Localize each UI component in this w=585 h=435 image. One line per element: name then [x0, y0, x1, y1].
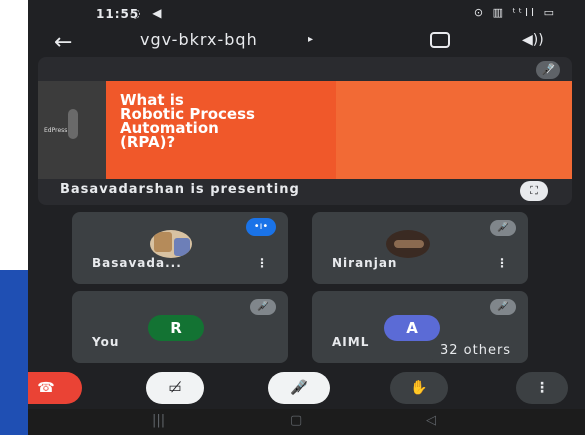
hand-icon: ✋	[410, 380, 428, 396]
presenter-label: Basavadarshan is presenting	[60, 182, 300, 197]
presenter-mic-off-icon: 🎤̸	[536, 61, 560, 79]
participant-name: AIML	[332, 335, 370, 349]
avatar: A	[384, 315, 440, 341]
recents-icon[interactable]: |||	[152, 413, 165, 428]
back-arrow-icon[interactable]: ←	[54, 30, 72, 55]
meeting-code[interactable]: vgv-bkrx-bqh	[140, 30, 258, 49]
back-nav-icon[interactable]: ◁	[426, 413, 436, 428]
participant-name: You	[92, 335, 120, 349]
avatar: R	[148, 315, 204, 341]
participant-tile-niranjan[interactable]: 🎤̸ Niranjan ⋮	[312, 212, 528, 284]
camera-toggle-button[interactable]: ▭̸	[146, 372, 204, 404]
avatar	[386, 230, 430, 258]
slide-title-area: What is Robotic Process Automation (RPA)…	[106, 81, 336, 179]
mic-off-icon: 🎤̸	[490, 220, 516, 236]
microphone-toggle-button[interactable]: 🎤̸	[268, 372, 330, 404]
meeting-info-caret-icon[interactable]: ▸	[308, 34, 313, 45]
participant-name: Niranjan	[332, 256, 398, 270]
fullscreen-icon[interactable]: ⛶	[520, 181, 548, 201]
status-icons: ◌ ◀	[130, 6, 166, 20]
participant-more-icon[interactable]: ⋮	[496, 256, 508, 270]
slide-side-label: EdPress	[44, 127, 68, 134]
participant-more-icon[interactable]: ⋮	[256, 256, 268, 270]
phone-screen: 11:55 ◌ ◀ ⊙ ▥ ᵗᵗll ▭ ← vgv-bkrx-bqh ▸ ◀)…	[28, 0, 585, 435]
shared-slide: EdPress What is Robotic Process Automati…	[38, 81, 572, 179]
others-count-badge[interactable]: 32 others	[428, 340, 524, 362]
participant-tile-you[interactable]: 🎤̸ R You	[72, 291, 288, 363]
speaker-icon[interactable]: ◀))	[522, 32, 544, 48]
phone-hangup-icon: ☎	[37, 380, 55, 396]
mic-off-icon: 🎤̸	[250, 299, 276, 315]
participant-name: Basavada...	[92, 256, 182, 270]
participant-tile-basavadarshan[interactable]: •ı• Basavada... ⋮	[72, 212, 288, 284]
mic-off-icon: 🎤̸	[290, 380, 308, 396]
speaking-indicator-icon: •ı•	[246, 218, 276, 236]
system-nav-bar: ||| ▢ ◁	[28, 409, 585, 435]
end-call-button[interactable]: ☎	[28, 372, 82, 404]
meeting-header: ← vgv-bkrx-bqh ▸ ◀))	[28, 28, 585, 56]
mic-off-icon: 🎤̸	[490, 299, 516, 315]
camera-off-icon: ▭̸	[168, 380, 182, 396]
call-controls: ☎ ▭̸ 🎤̸ ✋ ⋮	[28, 372, 585, 406]
switch-camera-icon[interactable]	[430, 32, 450, 48]
more-vert-icon: ⋮	[535, 380, 549, 396]
screen-share-tile[interactable]: 🎤̸ EdPress What is Robotic Process Autom…	[38, 57, 572, 205]
status-right-icons: ⊙ ▥ ᵗᵗll ▭	[473, 6, 557, 19]
status-bar: 11:55 ◌ ◀ ⊙ ▥ ᵗᵗll ▭	[28, 0, 585, 28]
slide-title: What is Robotic Process Automation (RPA)…	[120, 91, 255, 151]
home-icon[interactable]: ▢	[290, 413, 302, 428]
slide-side-strip: EdPress	[38, 81, 106, 179]
avatar	[150, 230, 192, 258]
raise-hand-button[interactable]: ✋	[390, 372, 448, 404]
slide-body-area	[336, 81, 572, 179]
more-options-button[interactable]: ⋮	[516, 372, 568, 404]
